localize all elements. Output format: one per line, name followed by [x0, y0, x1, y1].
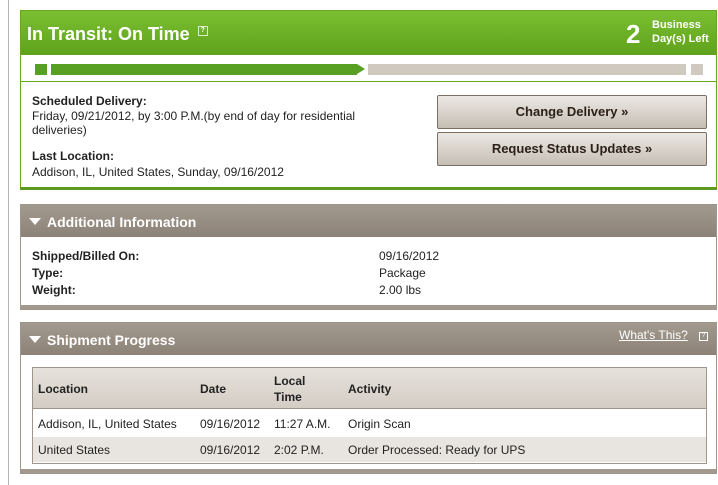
progress-start-marker: [35, 64, 47, 75]
additional-information-header[interactable]: Additional Information: [21, 205, 716, 237]
section-footer-bar: [21, 469, 716, 473]
days-label-line1: Business: [652, 19, 701, 31]
days-left-count: 2: [626, 19, 641, 49]
cell-date: 09/16/2012: [200, 417, 261, 431]
info-row-weight: Weight:: [32, 283, 76, 297]
shipment-progress-header[interactable]: Shipment Progress What's This? ?: [21, 323, 716, 355]
whats-this-link[interactable]: What's This?: [619, 328, 688, 342]
cell-time: 2:02 P.M.: [274, 443, 324, 457]
info-label: Type:: [32, 266, 64, 280]
help-icon[interactable]: ?: [197, 26, 208, 36]
page-frame-border: [8, 0, 9, 485]
collapse-triangle-icon[interactable]: [29, 218, 41, 225]
progress-divider: [21, 81, 716, 82]
days-label-line2: Day(s) Left: [652, 33, 709, 45]
table-row: United States 09/16/2012 2:02 P.M. Order…: [33, 437, 706, 462]
section-footer-bar: [21, 305, 716, 309]
shipment-progress-section: Shipment Progress What's This? ? Locatio…: [20, 322, 717, 474]
info-row-shipped: Shipped/Billed On:: [32, 249, 139, 263]
transit-title: In Transit: On Time?: [27, 24, 208, 45]
info-label: Weight:: [32, 283, 76, 297]
scheduled-delivery-label: Scheduled Delivery:: [32, 94, 147, 108]
help-icon[interactable]: ?: [699, 332, 708, 341]
cell-date: 09/16/2012: [200, 443, 261, 457]
info-value-type: Package: [379, 266, 426, 280]
info-label: Shipped/Billed On:: [32, 249, 140, 263]
info-value-shipped: 09/16/2012: [379, 249, 440, 263]
section-title: Shipment Progress: [47, 332, 176, 348]
progress-arrow-icon: [357, 64, 365, 74]
section-title: Additional Information: [47, 214, 197, 230]
last-location-label: Last Location:: [32, 149, 115, 163]
cell-time: 11:27 A.M.: [274, 417, 331, 431]
change-delivery-button[interactable]: Change Delivery »: [437, 95, 707, 129]
collapse-triangle-icon[interactable]: [29, 336, 41, 343]
column-header-date: Date: [200, 382, 227, 396]
column-header-local: Local: [274, 374, 306, 388]
progress-fill: [51, 64, 357, 75]
additional-information-section: Additional Information Shipped/Billed On…: [20, 204, 717, 310]
column-header-activity: Activity: [348, 382, 392, 396]
transit-status-panel: In Transit: On Time? 2 Business Day(s) L…: [20, 10, 717, 190]
delivery-progress-bar: [35, 64, 703, 75]
scheduled-delivery-value: Friday, 09/21/2012, by 3:00 P.M.(by end …: [32, 109, 356, 137]
days-left-label: Business Day(s) Left: [652, 18, 709, 46]
request-status-updates-button[interactable]: Request Status Updates »: [437, 132, 707, 166]
cell-activity: Order Processed: Ready for UPS: [348, 443, 526, 457]
cell-location: Addison, IL, United States: [38, 417, 177, 431]
table-header: Location Date Local Time Activity: [33, 368, 706, 409]
column-header-location: Location: [38, 382, 88, 396]
table-row: Addison, IL, United States 09/16/2012 11…: [33, 411, 706, 436]
cell-activity: Origin Scan: [348, 417, 411, 431]
progress-remaining: [368, 64, 686, 75]
cell-location: United States: [38, 443, 111, 457]
transit-title-text: In Transit: On Time: [27, 24, 190, 44]
info-value-weight: 2.00 lbs: [379, 283, 422, 297]
last-location-value: Addison, IL, United States, Sunday, 09/1…: [32, 165, 284, 179]
shipment-progress-table: Location Date Local Time Activity Addiso…: [32, 367, 707, 464]
transit-header: In Transit: On Time? 2 Business Day(s) L…: [21, 11, 716, 55]
progress-end-marker: [691, 64, 703, 75]
info-row-type: Type:: [32, 266, 63, 280]
column-header-time: Time: [274, 390, 302, 404]
